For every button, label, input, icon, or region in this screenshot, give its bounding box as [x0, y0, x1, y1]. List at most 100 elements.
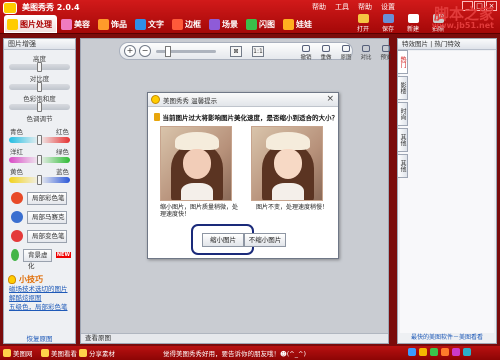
adjust-slider[interactable]: [9, 135, 70, 145]
dialog-title: 美图秀秀 温馨提示: [163, 96, 218, 105]
right-panel-header: 特效图片 | 热门特效: [398, 39, 496, 50]
tab-6[interactable]: 闪图: [244, 15, 279, 33]
slider-thumb[interactable]: [36, 62, 42, 72]
tab-icon: [283, 18, 294, 30]
tab-4[interactable]: 边框: [170, 15, 205, 33]
canvas-footer[interactable]: 查看原图: [81, 333, 388, 343]
slider-thumb[interactable]: [36, 102, 42, 112]
effect-text: 局部变色笔: [32, 231, 65, 240]
share-icon[interactable]: [419, 348, 427, 356]
edit-tool[interactable]: 原图: [337, 45, 355, 61]
effect-text: 局部彩色笔: [32, 193, 65, 202]
edit-tool-icon: [342, 45, 350, 52]
tool-label: 保存: [381, 26, 394, 33]
warning-icon: [154, 113, 160, 121]
tab-icon: [7, 18, 18, 30]
edit-tool-label: 撤销: [300, 55, 312, 61]
effect-button[interactable]: 背景虚化 NEW: [11, 248, 71, 270]
vertical-tab[interactable]: 其他: [397, 128, 408, 152]
tab-0[interactable]: 图片处理: [4, 15, 57, 33]
top-link-settings[interactable]: 设置: [381, 2, 395, 12]
tab-1[interactable]: 美容: [59, 15, 94, 33]
shrink-caption: 缩小图片，图片质量稍微，处理速度快！: [160, 204, 239, 218]
tab-5[interactable]: 场景: [207, 15, 242, 33]
tip-link[interactable]: 解酷炫抠图: [9, 294, 75, 303]
tab-3[interactable]: 文字: [133, 15, 168, 33]
edit-tool[interactable]: 预览: [377, 45, 395, 61]
tool-icon: [382, 14, 394, 23]
effect-icon: [11, 192, 23, 204]
effect-button[interactable]: 局部变色笔: [11, 229, 71, 243]
share-icon[interactable]: [441, 348, 449, 356]
promo-link[interactable]: 最快的美图软件－美图看看: [398, 333, 496, 343]
tab-2[interactable]: 饰品: [96, 15, 131, 33]
status-link-label: 分享素材: [89, 350, 115, 358]
effect-button[interactable]: 局部马赛克: [11, 210, 71, 224]
restore-original-link[interactable]: 恢复原图: [4, 333, 75, 343]
effect-label: 局部彩色笔: [27, 191, 67, 205]
adjust-slider[interactable]: [9, 102, 70, 112]
keep-size-button[interactable]: 不缩小图片: [244, 233, 286, 247]
status-link[interactable]: 分享素材: [79, 348, 115, 358]
status-link[interactable]: 美图网: [3, 348, 33, 358]
dialog-message-row: 当前图片过大将影响图片美化速度，是否缩小到适合的大小？: [154, 112, 338, 122]
edit-tool[interactable]: 撤销: [297, 45, 315, 61]
top-tool-0[interactable]: 打开: [352, 14, 374, 33]
slider-thumb[interactable]: [36, 175, 42, 185]
adjust-slider[interactable]: [9, 175, 70, 185]
top-link-help[interactable]: 帮助: [312, 2, 326, 12]
edit-tool-label: 重做: [320, 55, 332, 61]
slider-thumb[interactable]: [36, 82, 42, 92]
edit-tool[interactable]: 对比: [357, 45, 375, 61]
zoom-out-button[interactable]: −: [139, 45, 151, 57]
edit-tool-label: 对比: [360, 55, 372, 61]
share-icon[interactable]: [463, 348, 471, 356]
zoom-in-button[interactable]: +: [124, 45, 136, 57]
top-tool-2[interactable]: 新建: [402, 14, 424, 33]
adjust-slider[interactable]: [9, 155, 70, 165]
slider-thumb[interactable]: [36, 135, 42, 145]
dialog-titlebar: 美图秀秀 温馨提示 ×: [148, 93, 338, 107]
vertical-tab[interactable]: 时尚: [397, 102, 408, 126]
resize-prompt-dialog: 美图秀秀 温馨提示 × 当前图片过大将影响图片美化速度，是否缩小到适合的大小？ …: [147, 92, 339, 259]
effect-icon: [11, 211, 23, 223]
watermark-url: www.jb51.net: [431, 21, 494, 30]
status-link-label: 美图网: [13, 350, 33, 358]
slider-right-label: 绿色: [56, 148, 69, 156]
share-icons: [408, 348, 471, 356]
tab-7[interactable]: 娃娃: [281, 15, 316, 33]
actual-size-icon[interactable]: 1:1: [252, 46, 264, 57]
edit-tool[interactable]: 重做: [317, 45, 335, 61]
top-links: 帮助 工具 帮助 设置: [312, 2, 395, 12]
share-icon[interactable]: [430, 348, 438, 356]
fit-window-icon[interactable]: ⊠: [230, 46, 242, 57]
tip-link[interactable]: 磁场技术选切的图片: [9, 285, 75, 294]
main-tabs: 图片处理 美容 饰品 文字 边框 场景 闪图 娃娃: [4, 15, 316, 33]
effect-text: 局部马赛克: [32, 212, 65, 221]
share-icon[interactable]: [452, 348, 460, 356]
status-link[interactable]: 美图看看: [41, 348, 77, 358]
tips-list: 磁场技术选切的图片 解酷炫抠图 五级色，局部彩色笔: [4, 285, 75, 312]
adjust-slider[interactable]: [9, 62, 70, 72]
effect-list[interactable]: [400, 51, 494, 333]
app-logo: [3, 2, 17, 14]
effect-tools: 局部彩色笔局部马赛克局部变色笔背景虚化 NEW: [4, 191, 75, 270]
close-icon[interactable]: ×: [326, 94, 334, 104]
vertical-tab[interactable]: 热门: [397, 50, 408, 74]
vertical-tab[interactable]: 影楼: [397, 76, 408, 100]
share-icon[interactable]: [408, 348, 416, 356]
edit-tool-icon: [322, 45, 330, 52]
status-link-icon: [79, 349, 87, 357]
top-link-help-2[interactable]: 帮助: [358, 2, 372, 12]
vertical-tab[interactable]: 其他: [397, 154, 408, 178]
title-bar: 美图秀秀 2.0.4 帮助 工具 帮助 设置 图片处理 美容 饰品 文字 边框 场景 闪图 娃…: [0, 0, 500, 34]
top-tool-1[interactable]: 保存: [377, 14, 399, 33]
tip-link[interactable]: 五级色，局部彩色笔: [9, 303, 75, 312]
shrink-image-button[interactable]: 缩小图片: [202, 233, 244, 247]
zoom-slider-thumb[interactable]: [165, 46, 171, 57]
tab-label: 图片处理: [20, 19, 52, 29]
top-link-tools[interactable]: 工具: [335, 2, 349, 12]
adjust-slider[interactable]: [9, 82, 70, 92]
slider-thumb[interactable]: [36, 155, 42, 165]
effect-button[interactable]: 局部彩色笔: [11, 191, 71, 205]
